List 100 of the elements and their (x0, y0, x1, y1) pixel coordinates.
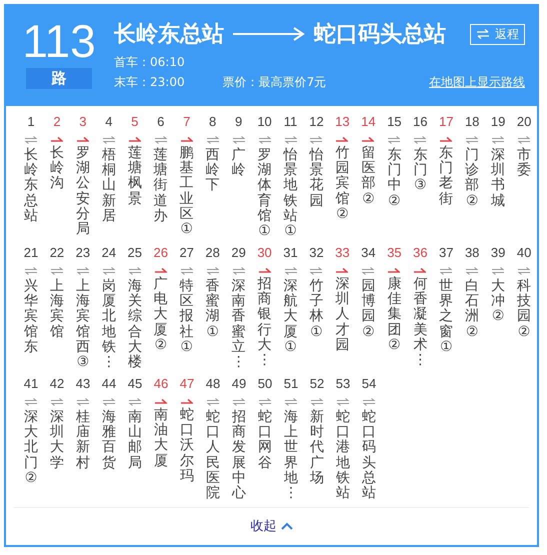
two-way-arrows-icon (284, 266, 296, 275)
arrow-icon (232, 27, 306, 41)
stop-name[interactable]: 长岭东总站 (24, 148, 38, 224)
two-way-arrows-icon (414, 136, 426, 144)
stop-name[interactable]: 白石洲② (465, 278, 480, 340)
two-way-arrows-icon (388, 136, 400, 144)
stop-number: 52 (310, 376, 324, 392)
stop-name[interactable]: 兴华宾馆东 (24, 278, 38, 356)
stop-number: 23 (76, 244, 90, 261)
stop-name[interactable]: 招商银行大⋮ (258, 276, 272, 369)
stop-number: 45 (128, 376, 142, 392)
stop-number: 19 (490, 114, 506, 130)
stop-name[interactable]: 科技园② (517, 278, 532, 340)
two-way-arrows-icon (129, 398, 141, 406)
stop-name[interactable]: 长岭沟 (50, 146, 64, 192)
stop-number: 5 (131, 114, 138, 130)
stop-name[interactable]: 梧桐山新居 (102, 148, 116, 224)
stop-name[interactable]: 深圳大学 (50, 410, 64, 472)
stop-name[interactable]: 鹏基工业区① (180, 146, 194, 238)
stop-name[interactable]: 蛇口港地铁站 (336, 410, 350, 502)
stop-name[interactable]: 留医部② (361, 146, 376, 208)
stop-name[interactable]: 罗湖体育馆① (258, 148, 272, 240)
two-way-arrows-icon (24, 136, 37, 144)
stop-name[interactable]: 莲塘枫景 (128, 146, 142, 208)
two-way-arrows-icon (206, 136, 219, 144)
two-way-arrows-icon (103, 398, 115, 406)
stop-name[interactable]: 桂庙新村 (76, 410, 90, 472)
stop-number: 35 (387, 244, 402, 261)
two-way-arrows-icon (233, 398, 245, 406)
stop-name[interactable]: 何香凝美术⋮ (413, 276, 428, 369)
stop-name[interactable]: 特区报社① (180, 278, 194, 356)
stop-number: 51 (284, 376, 298, 392)
stop-number: 13 (335, 114, 350, 130)
stop-name[interactable]: 东门老街 (439, 146, 454, 208)
stop-number: 1 (27, 114, 35, 130)
stop-name[interactable]: 深大北门② (24, 410, 38, 486)
first-bus-time: 首车：06:10 (114, 54, 186, 71)
stop-number: 14 (361, 114, 376, 130)
stop-number: 33 (335, 244, 350, 261)
stop-name[interactable]: 新时代广场 (310, 410, 324, 486)
two-way-arrows-icon (466, 266, 478, 275)
stop-name[interactable]: 深南香蜜立⋮ (232, 278, 246, 371)
stop-name[interactable]: 广岭 (232, 148, 246, 178)
route-suffix: 路 (26, 68, 92, 89)
stop-number: 29 (231, 244, 246, 261)
stop-number: 32 (309, 244, 324, 261)
stop-name[interactable]: 岗厦北地铁⋮ (102, 278, 116, 371)
stop-name[interactable]: 深圳人才园 (335, 276, 350, 354)
collapse-link[interactable]: 收起 (250, 517, 292, 536)
stop-number: 2 (53, 114, 61, 130)
stop-name[interactable]: 东门中② (387, 148, 402, 210)
stop-number: 40 (516, 244, 532, 261)
stop-name[interactable]: 竹园宾馆② (335, 146, 350, 222)
two-way-arrows-icon (310, 136, 322, 144)
stop-name[interactable]: 上海宾馆西③ (76, 278, 90, 371)
stop-number: 34 (361, 244, 376, 261)
two-way-arrows-icon (258, 136, 271, 144)
stop-name[interactable]: 蛇口人民医院 (206, 410, 220, 502)
stop-name[interactable]: 广电大厦② (154, 276, 168, 354)
stop-name[interactable]: 海雅百货 (102, 410, 116, 472)
stop-number: 36 (413, 244, 428, 261)
two-way-arrows-icon (362, 266, 374, 275)
stop-number: 3 (79, 114, 86, 130)
stop-name[interactable]: 怡景花园 (309, 148, 324, 210)
stop-name[interactable]: 海上世界地⋮ (284, 410, 298, 502)
stop-name[interactable]: 香蜜湖① (206, 278, 220, 340)
two-way-arrows-icon (24, 266, 37, 275)
stop-name[interactable]: 蛇口沃尔玛 (180, 408, 194, 484)
stop-number: 9 (234, 114, 242, 130)
stop-number: 27 (179, 244, 194, 261)
stop-name[interactable]: 蛇口码头总站 (362, 410, 376, 502)
stop-name[interactable]: 市委 (517, 148, 532, 178)
two-way-arrows-icon (284, 136, 296, 144)
stop-name[interactable]: 西岭下 (206, 148, 220, 194)
stop-name[interactable]: 南山邮局 (128, 410, 142, 472)
stop-number: 7 (183, 114, 190, 130)
two-way-arrows-icon (232, 266, 245, 275)
stop-name[interactable]: 世界之窗① (439, 278, 454, 356)
stop-name[interactable]: 南油大厦 (154, 408, 168, 470)
stop-name[interactable]: 园博园② (361, 278, 376, 340)
stop-name[interactable]: 竹子林① (309, 278, 324, 340)
stop-name[interactable]: 怡景地铁站① (284, 148, 298, 240)
stop-name[interactable]: 蛇口网谷 (258, 410, 272, 472)
stop-name[interactable]: 上海宾馆 (50, 278, 64, 340)
stop-name[interactable]: 门诊部② (465, 148, 480, 210)
stop-name[interactable]: 海关综合大楼 (128, 278, 142, 371)
two-way-arrows-icon (259, 398, 271, 406)
stop-name[interactable]: 深航大厦① (284, 278, 298, 356)
stop-number: 24 (102, 244, 116, 261)
stop-name[interactable]: 招商发展中心 (232, 410, 246, 502)
stop-name[interactable]: 莲塘街道办 (154, 148, 168, 224)
two-way-arrows-icon (440, 266, 452, 275)
stop-name[interactable]: 罗湖公安分局 (76, 146, 90, 238)
stop-name[interactable]: 大冲② (491, 278, 506, 325)
two-way-arrows-icon (102, 266, 115, 275)
stop-name[interactable]: 东门③ (413, 148, 428, 194)
two-way-arrows-icon (337, 398, 349, 406)
two-way-arrows-icon (50, 266, 63, 275)
stop-name[interactable]: 深圳书城 (491, 148, 506, 210)
stop-name[interactable]: 康佳集团② (387, 276, 402, 354)
